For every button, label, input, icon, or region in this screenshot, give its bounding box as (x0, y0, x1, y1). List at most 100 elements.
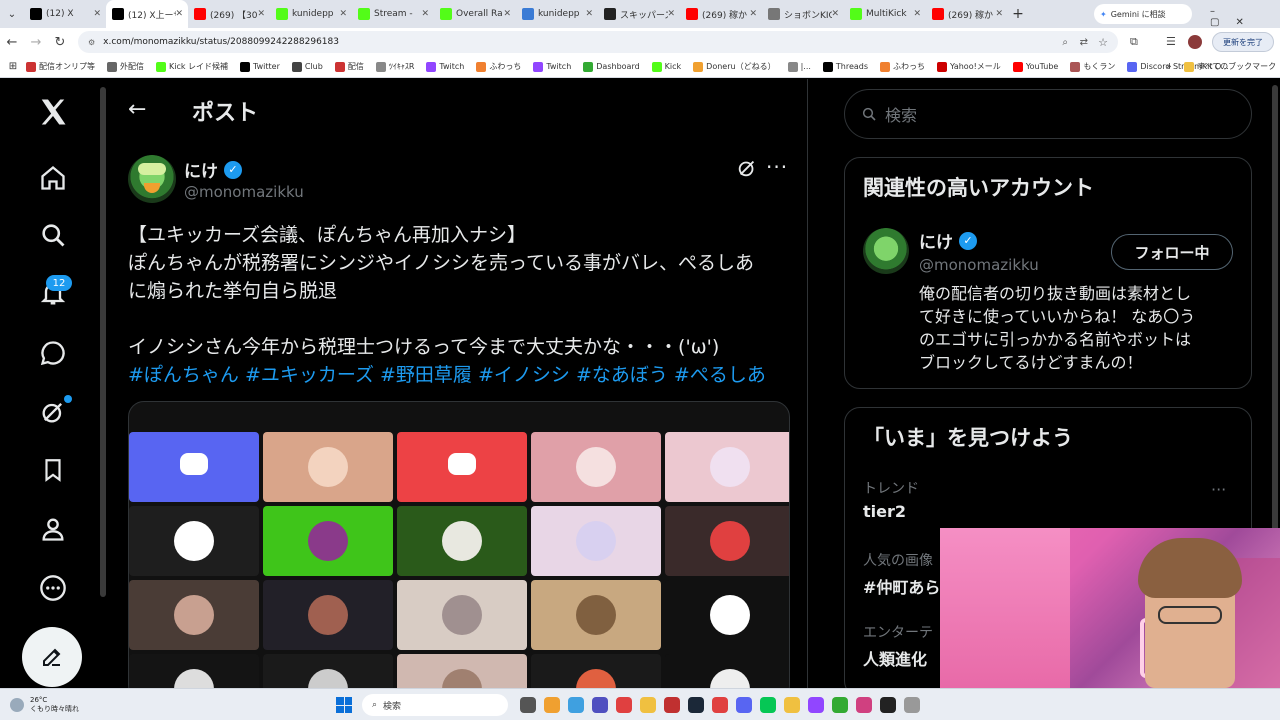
browser-tab[interactable]: MultiKick ✕ (844, 0, 926, 28)
browser-tab[interactable]: (269) 【30 ✕ (188, 0, 270, 28)
close-tab-icon[interactable]: ✕ (503, 9, 511, 19)
close-tab-icon[interactable]: ✕ (421, 9, 429, 19)
zoom-icon[interactable]: ⌕ (1062, 37, 1068, 48)
bookmark-item[interactable]: Twitch (533, 61, 571, 72)
taskbar-app-icon[interactable] (736, 697, 752, 713)
bookmark-item[interactable]: ふわっち (476, 61, 521, 72)
weather-widget[interactable]: 26°C くもり時々晴れ (10, 696, 79, 714)
more-icon[interactable] (36, 571, 70, 605)
browser-tab[interactable]: (12) X上ーザ✕ (106, 0, 188, 28)
follow-button[interactable]: フォロー中 (1111, 234, 1233, 270)
more-bookmarks-icon[interactable]: » (1166, 62, 1172, 72)
bookmark-item[interactable]: もくラン (1070, 61, 1115, 72)
author-handle[interactable]: @monomazikku (184, 183, 304, 201)
close-tab-icon[interactable]: ✕ (585, 9, 593, 19)
bookmark-item[interactable]: |... (787, 61, 811, 72)
taskbar-app-icon[interactable] (712, 697, 728, 713)
x-logo-icon[interactable] (36, 95, 70, 129)
messages-icon[interactable] (36, 336, 70, 370)
window-controls[interactable]: –▢✕ (1210, 6, 1280, 28)
bookmark-item[interactable]: Kick (651, 61, 681, 72)
new-tab-button[interactable]: + (1008, 6, 1028, 22)
bookmark-item[interactable]: 外配信 (107, 61, 144, 72)
all-bookmarks[interactable]: すべてのブックマーク (1184, 61, 1276, 72)
close-tab-icon[interactable]: ✕ (93, 9, 101, 19)
bookmarks-icon[interactable] (36, 453, 70, 487)
taskbar-app-icon[interactable] (568, 697, 584, 713)
close-tab-icon[interactable]: ✕ (995, 9, 1003, 19)
taskbar-search[interactable]: ⌕ 検索 (362, 694, 508, 716)
browser-tab[interactable]: Stream - ✕ (352, 0, 434, 28)
taskbar-app-icon[interactable] (640, 697, 656, 713)
trend-more-icon[interactable]: ··· (1211, 480, 1226, 499)
profile-icon[interactable] (36, 512, 70, 546)
explore-search-icon[interactable] (36, 218, 70, 252)
taskbar-app-icon[interactable] (856, 697, 872, 713)
author-avatar[interactable] (128, 155, 176, 203)
hashtag-link[interactable]: #ぺるしあ (674, 364, 766, 386)
account-avatar[interactable] (863, 228, 909, 274)
close-tab-icon[interactable]: ✕ (913, 9, 921, 19)
taskbar-app-icon[interactable] (760, 697, 776, 713)
hashtag-link[interactable]: #野田草履 (380, 364, 472, 386)
bookmark-item[interactable]: Twitch (426, 61, 464, 72)
post-image[interactable] (128, 401, 790, 701)
hashtag-link[interactable]: #ぽんちゃん (128, 364, 239, 386)
account-handle[interactable]: @monomazikku (919, 256, 1039, 274)
taskbar-app-icon[interactable] (544, 697, 560, 713)
search-input[interactable]: 検索 (885, 102, 917, 126)
search-box[interactable]: 検索 (844, 89, 1252, 139)
profile-avatar[interactable] (1188, 35, 1202, 49)
home-icon[interactable] (36, 161, 70, 195)
browser-tab[interactable]: スキッパーズ✕ (598, 0, 680, 28)
taskbar-app-icon[interactable] (664, 697, 680, 713)
reading-list-icon[interactable]: ☰ (1166, 35, 1176, 48)
close-tab-icon[interactable]: ✕ (749, 9, 757, 19)
omnibox[interactable]: ⚙ x.com/monomazikku/status/2088099242288… (78, 31, 1118, 53)
apps-icon[interactable]: ⊞ (0, 61, 26, 72)
taskbar-app-icon[interactable] (808, 697, 824, 713)
bookmark-item[interactable]: Dashboard (583, 61, 640, 72)
browser-tab[interactable]: (269) 稼か ✕ (926, 0, 1008, 28)
more-options-icon[interactable]: ··· (766, 155, 788, 179)
bookmark-item[interactable]: 配信 (334, 61, 364, 72)
bookmark-star-icon[interactable]: ☆ (1098, 36, 1108, 49)
start-icon[interactable] (336, 697, 352, 713)
forward-icon[interactable]: → (24, 35, 48, 50)
grok-post-icon[interactable] (736, 157, 758, 183)
bookmark-item[interactable]: YouTube (1012, 61, 1058, 72)
taskbar-app-icon[interactable] (592, 697, 608, 713)
bookmark-item[interactable]: Threads (822, 61, 868, 72)
tab-search-button[interactable]: ⌄ (0, 9, 24, 20)
close-tab-icon[interactable]: ✕ (257, 9, 265, 19)
close-tab-icon[interactable]: ✕ (339, 9, 347, 19)
bookmark-item[interactable]: Club (291, 61, 323, 72)
site-info-icon[interactable]: ⚙ (88, 38, 95, 47)
back-arrow-icon[interactable]: ← (128, 97, 146, 122)
close-tab-icon[interactable]: ✕ (831, 9, 839, 19)
bookmark-item[interactable]: ふわっち (880, 61, 925, 72)
gemini-button[interactable]: ✦ Gemini に相談 (1094, 4, 1192, 24)
reload-icon[interactable]: ↻ (48, 35, 72, 50)
taskbar-app-icon[interactable] (904, 697, 920, 713)
taskbar-app-icon[interactable] (832, 697, 848, 713)
bookmark-item[interactable]: Doneru（どねる） (693, 61, 776, 72)
compose-button[interactable] (22, 627, 82, 687)
translate-icon[interactable]: ⇄ (1080, 37, 1088, 48)
taskbar-app-icon[interactable] (520, 697, 536, 713)
bookmark-item[interactable]: 配信オンリプ等 (26, 61, 95, 72)
browser-tab[interactable]: ショボンKICK✕ (762, 0, 844, 28)
trend-value[interactable]: #仲町あら (863, 574, 940, 598)
taskbar-app-icon[interactable] (616, 697, 632, 713)
bookmark-item[interactable]: ﾂｲｷｬｽR (375, 61, 414, 72)
author-name-row[interactable]: にけ ✓ (184, 157, 242, 182)
trend-value[interactable]: 人類進化 (863, 646, 927, 670)
close-tab-icon[interactable]: ✕ (175, 9, 183, 19)
hashtag-link[interactable]: #イノシシ (478, 364, 570, 386)
browser-tab[interactable]: kunidepp ✕ (270, 0, 352, 28)
hashtag-link[interactable]: #なあぼう (576, 364, 668, 386)
hashtag-link[interactable]: #ユキッカーズ (245, 364, 374, 386)
browser-tab[interactable]: (269) 稼か ✕ (680, 0, 762, 28)
bookmark-item[interactable]: Yahoo!メール (937, 61, 1001, 72)
taskbar-app-icon[interactable] (688, 697, 704, 713)
